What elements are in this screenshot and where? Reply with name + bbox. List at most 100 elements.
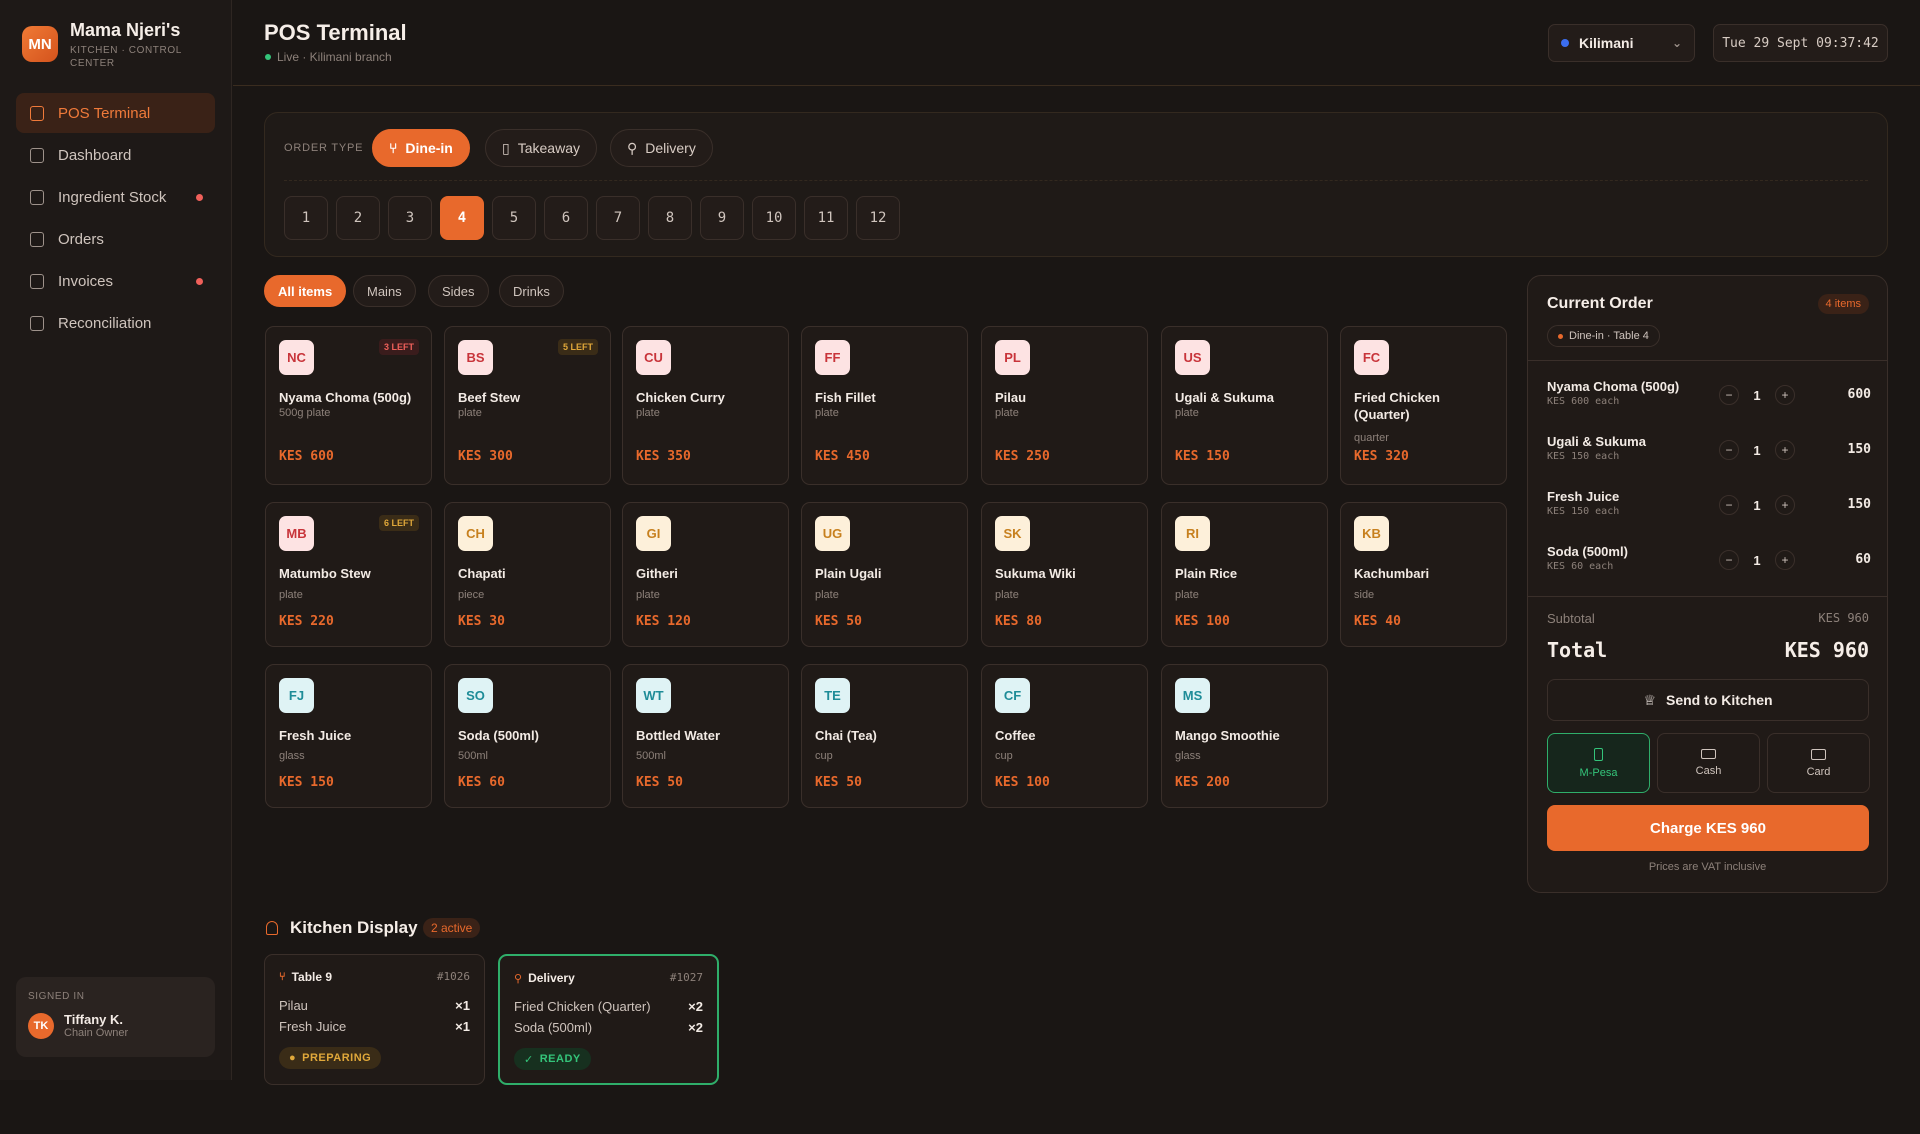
item-unit: plate: [279, 589, 303, 601]
item-name: Soda (500ml): [458, 728, 539, 743]
menu-item-card[interactable]: CU Chicken Curry plate KES 350: [622, 326, 789, 485]
ledger-icon: [30, 315, 44, 331]
menu-item-card[interactable]: WT Bottled Water 500ml KES 50: [622, 664, 789, 808]
category-chip-mains[interactable]: Mains: [353, 275, 416, 307]
sidebar-item-orders[interactable]: Orders: [16, 219, 215, 259]
increase-qty-button[interactable]: +: [1775, 440, 1795, 460]
table-button-12[interactable]: 12: [856, 196, 900, 240]
table-button-1[interactable]: 1: [284, 196, 328, 240]
item-code-badge: NC: [279, 340, 314, 375]
payment-card-button[interactable]: Card: [1767, 733, 1870, 793]
table-button-4[interactable]: 4: [440, 196, 484, 240]
payment-mpesa-button[interactable]: M-Pesa: [1547, 733, 1650, 793]
table-button-6[interactable]: 6: [544, 196, 588, 240]
table-button-5[interactable]: 5: [492, 196, 536, 240]
table-button-2[interactable]: 2: [336, 196, 380, 240]
send-to-kitchen-button[interactable]: ♕ Send to Kitchen: [1547, 679, 1869, 721]
item-unit: quarter: [1354, 432, 1389, 444]
decrease-qty-button[interactable]: −: [1719, 550, 1739, 570]
item-price: KES 40: [1354, 614, 1401, 629]
list-icon: [30, 231, 44, 247]
status-dot-icon: ●: [289, 1052, 297, 1064]
menu-item-card[interactable]: US Ugali & Sukuma plate KES 150: [1161, 326, 1328, 485]
cart-line-total: 150: [1847, 442, 1871, 457]
table-button-8[interactable]: 8: [648, 196, 692, 240]
menu-item-card[interactable]: UG Plain Ugali plate KES 50: [801, 502, 968, 647]
menu-item-card[interactable]: PL Pilau plate KES 250: [981, 326, 1148, 485]
menu-item-card[interactable]: FF Fish Fillet plate KES 450: [801, 326, 968, 485]
item-unit: plate: [636, 407, 660, 419]
table-button-10[interactable]: 10: [752, 196, 796, 240]
card-icon: [1811, 748, 1826, 760]
phone-icon: [1594, 747, 1603, 761]
chef-hat-icon: [266, 921, 278, 935]
item-price: KES 200: [1175, 775, 1230, 790]
signed-in-card[interactable]: SIGNED IN TK Tiffany K. Chain Owner: [16, 977, 215, 1057]
menu-item-card[interactable]: FC Fried Chicken (Quarter) quarter KES 320: [1340, 326, 1507, 485]
increase-qty-button[interactable]: +: [1775, 550, 1795, 570]
item-name: Plain Rice: [1175, 566, 1238, 581]
increase-qty-button[interactable]: +: [1775, 495, 1795, 515]
menu-item-card[interactable]: BS 5 LEFT Beef Stew plate KES 300: [444, 326, 611, 485]
decrease-qty-button[interactable]: −: [1719, 440, 1739, 460]
sidebar-item-ingredient-stock[interactable]: Ingredient Stock: [16, 177, 215, 217]
live-status: Live · Kilimani branch: [265, 50, 392, 64]
order-type-panel: ORDER TYPE ⑂ Dine-in ▯ Takeaway ⚲ Delivery …: [264, 112, 1888, 257]
table-button-3[interactable]: 3: [388, 196, 432, 240]
order-type-delivery[interactable]: ⚲ Delivery: [610, 129, 713, 167]
menu-item-card[interactable]: MB 6 LEFT Matumbo Stew plate KES 220: [265, 502, 432, 647]
cart-item-name: Soda (500ml): [1547, 544, 1628, 559]
menu-item-card[interactable]: GI Githeri plate KES 120: [622, 502, 789, 647]
branch-select[interactable]: Kilimani ⌄: [1548, 24, 1695, 62]
menu-item-card[interactable]: SK Sukuma Wiki plate KES 80: [981, 502, 1148, 647]
menu-item-card[interactable]: KB Kachumbari side KES 40: [1340, 502, 1507, 647]
brand[interactable]: MN Mama Njeri's KITCHEN · CONTROL CENTER: [22, 20, 190, 70]
payment-cash-button[interactable]: Cash: [1657, 733, 1760, 793]
item-name: Kachumbari: [1354, 566, 1430, 581]
sidebar-item-invoices[interactable]: Invoices: [16, 261, 215, 301]
order-type-takeaway[interactable]: ▯ Takeaway: [485, 129, 597, 167]
bike-icon: ⚲: [627, 139, 638, 156]
decrease-qty-button[interactable]: −: [1719, 385, 1739, 405]
item-price: KES 250: [995, 449, 1050, 464]
category-chip-drinks[interactable]: Drinks: [499, 275, 564, 307]
category-chip-sides[interactable]: Sides: [428, 275, 489, 307]
item-code-badge: MB: [279, 516, 314, 551]
table-button-11[interactable]: 11: [804, 196, 848, 240]
avatar: TK: [28, 1012, 54, 1039]
user-name: Tiffany K.: [64, 1012, 123, 1027]
quantity-value: 1: [1753, 387, 1761, 403]
table-button-7[interactable]: 7: [596, 196, 640, 240]
table-button-9[interactable]: 9: [700, 196, 744, 240]
clock: Tue 29 Sept 09:37:42: [1713, 24, 1888, 62]
menu-item-card[interactable]: TE Chai (Tea) cup KES 50: [801, 664, 968, 808]
menu-item-card[interactable]: SO Soda (500ml) 500ml KES 60: [444, 664, 611, 808]
divider: [284, 180, 1868, 181]
kitchen-ticket[interactable]: ⚲ Delivery #1027 Fried Chicken (Quarter) ×…: [498, 954, 719, 1085]
quantity-value: 1: [1753, 497, 1761, 513]
menu-item-card[interactable]: CH Chapati piece KES 30: [444, 502, 611, 647]
decrease-qty-button[interactable]: −: [1719, 495, 1739, 515]
menu-item-card[interactable]: RI Plain Rice plate KES 100: [1161, 502, 1328, 647]
menu-item-card[interactable]: MS Mango Smoothie glass KES 200: [1161, 664, 1328, 808]
user-role: Chain Owner: [64, 1027, 129, 1039]
increase-qty-button[interactable]: +: [1775, 385, 1795, 405]
sidebar-item-label: Reconciliation: [58, 314, 152, 332]
charge-button[interactable]: Charge KES 960: [1547, 805, 1869, 851]
sidebar-item-label: Ingredient Stock: [58, 188, 167, 206]
sidebar-item-reconciliation[interactable]: Reconciliation: [16, 303, 215, 343]
category-chip-all-items[interactable]: All items: [264, 275, 347, 307]
cart-title: Current Order: [1547, 295, 1653, 312]
order-type-dine-in[interactable]: ⑂ Dine-in: [372, 129, 470, 167]
ticket-item-qty: ×2: [688, 1020, 703, 1035]
kitchen-ticket[interactable]: ⑂ Table 9 #1026 Pilau ×1 Fresh Juice ×1 ● PR…: [264, 954, 485, 1085]
menu-item-card[interactable]: FJ Fresh Juice glass KES 150: [265, 664, 432, 808]
sidebar-item-label: Orders: [58, 230, 104, 248]
sidebar-item-dashboard[interactable]: Dashboard: [16, 135, 215, 175]
sidebar-item-pos-terminal[interactable]: POS Terminal: [16, 93, 215, 133]
low-stock-badge: 6 LEFT: [378, 515, 419, 531]
menu-item-card[interactable]: CF Coffee cup KES 100: [981, 664, 1148, 808]
item-unit: piece: [458, 589, 485, 601]
ticket-label: Delivery: [528, 971, 575, 985]
menu-item-card[interactable]: NC 3 LEFT Nyama Choma (500g) 500g plate KES …: [265, 326, 432, 485]
